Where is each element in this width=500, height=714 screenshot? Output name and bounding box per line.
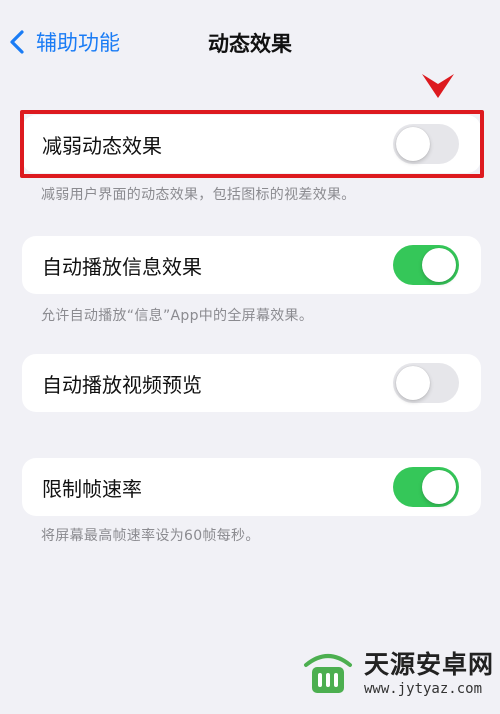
toggle-knob xyxy=(396,366,430,400)
setting-autoplay-message-effects: 自动播放信息效果 xyxy=(22,236,481,294)
setting-footnote: 将屏幕最高帧速率设为60帧每秒。 xyxy=(41,528,260,544)
limit-frame-rate-toggle[interactable] xyxy=(393,467,459,507)
setting-limit-frame-rate: 限制帧速率 xyxy=(22,458,481,516)
setting-label: 限制帧速率 xyxy=(42,476,142,501)
motion-settings-page: 辅助功能 动态效果 减弱动态效果 减弱用户界面的动态效果，包括图标的视差效果。 … xyxy=(0,0,500,714)
watermark-url: www.jytyaz.com xyxy=(364,681,483,697)
watermark-text: 天源安卓网 www.jytyaz.com xyxy=(364,645,494,697)
toggle-knob xyxy=(396,127,430,161)
android-logo-icon xyxy=(304,654,352,693)
setting-reduce-motion: 减弱动态效果 xyxy=(22,115,481,173)
annotation-arrow-icon xyxy=(422,74,454,98)
watermark-name: 天源安卓网 xyxy=(364,650,495,679)
setting-autoplay-video-previews: 自动播放视频预览 xyxy=(22,354,481,412)
navigation-bar: 辅助功能 动态效果 xyxy=(0,20,500,64)
page-title: 动态效果 xyxy=(208,32,292,56)
setting-label: 自动播放信息效果 xyxy=(42,254,202,279)
site-watermark: 天源安卓网 www.jytyaz.com xyxy=(300,636,496,706)
autoplay-video-previews-toggle[interactable] xyxy=(393,363,459,403)
reduce-motion-toggle[interactable] xyxy=(393,124,459,164)
toggle-knob xyxy=(422,248,456,282)
setting-label: 自动播放视频预览 xyxy=(42,372,202,397)
toggle-knob xyxy=(422,470,456,504)
setting-footnote: 减弱用户界面的动态效果，包括图标的视差效果。 xyxy=(41,187,356,203)
autoplay-message-effects-toggle[interactable] xyxy=(393,245,459,285)
setting-footnote: 允许自动播放“信息”App中的全屏幕效果。 xyxy=(41,308,314,324)
setting-label: 减弱动态效果 xyxy=(42,133,162,158)
